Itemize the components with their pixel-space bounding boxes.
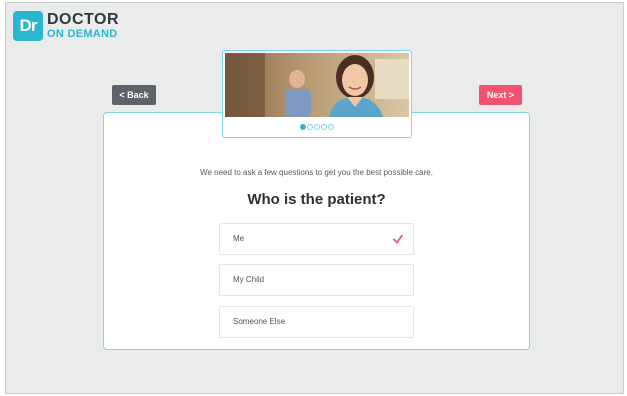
option-label: My Child xyxy=(233,275,265,284)
carousel-dot[interactable] xyxy=(328,124,334,130)
photo-carousel xyxy=(222,50,412,138)
next-button[interactable]: Next > xyxy=(479,85,522,105)
checkmark-icon xyxy=(393,234,403,244)
carousel-dot[interactable] xyxy=(300,124,306,130)
doctor-photo xyxy=(225,53,409,117)
logo-mark: Dr xyxy=(13,11,43,41)
option-label: Someone Else xyxy=(233,317,286,326)
question-heading: Who is the patient? xyxy=(247,191,386,208)
carousel-dot[interactable] xyxy=(314,124,320,130)
logo-title: DOCTOR xyxy=(47,11,120,28)
back-button[interactable]: < Back xyxy=(112,85,156,105)
option-someone-else[interactable]: Someone Else xyxy=(219,306,414,338)
option-label: Me xyxy=(233,234,245,243)
carousel-dots xyxy=(223,124,411,130)
logo-subtitle: ON DEMAND xyxy=(47,28,118,40)
carousel-dot[interactable] xyxy=(321,124,327,130)
option-my-child[interactable]: My Child xyxy=(219,264,414,296)
carousel-dot[interactable] xyxy=(307,124,313,130)
option-me[interactable]: Me xyxy=(219,223,414,255)
intro-text: We need to ask a few questions to get yo… xyxy=(200,168,433,177)
